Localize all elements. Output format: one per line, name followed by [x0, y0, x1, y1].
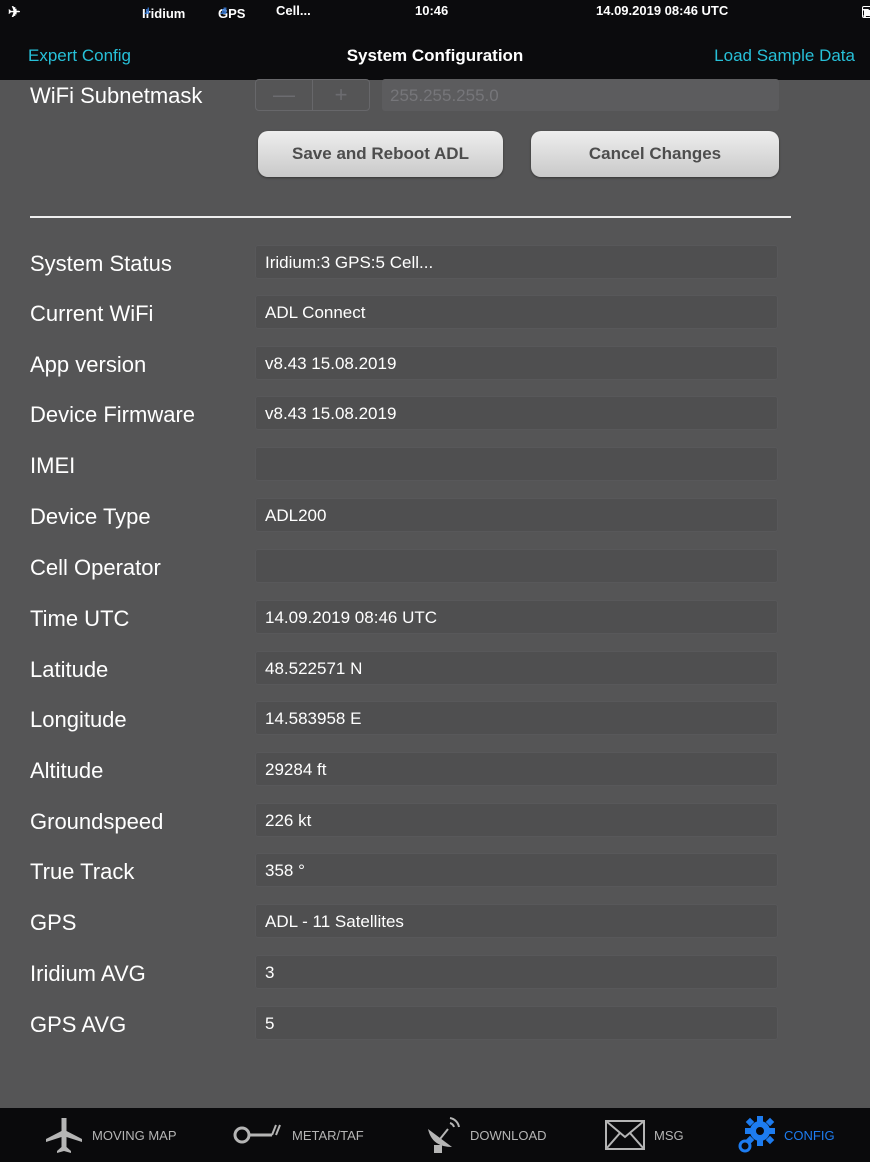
load-sample-data-button[interactable]: Load Sample Data [714, 46, 855, 66]
row-value-field: 14.09.2019 08:46 UTC [255, 600, 778, 634]
tab-label: DOWNLOAD [470, 1127, 547, 1143]
row-label: Current WiFi [30, 301, 154, 326]
row-value-field: 358 ° [255, 853, 778, 887]
tab-label: MSG [654, 1127, 684, 1143]
row-label: Device Type [30, 504, 151, 529]
row-value-field: 5 [255, 1006, 778, 1040]
row-value-field: 226 kt [255, 803, 778, 837]
row-value-field: 48.522571 N [255, 651, 778, 685]
row-label: Altitude [30, 758, 104, 783]
row-value-field: 14.583958 E [255, 701, 778, 735]
row-label: Time UTC [30, 606, 130, 631]
tab-bar: MOVING MAP METAR/TAF DOWNLOAD MSG CONFIG [0, 1108, 870, 1162]
tab-label: MOVING MAP [92, 1127, 177, 1143]
tab-label: CONFIG [784, 1127, 835, 1143]
wifi-subnetmask-value: 255.255.255.0 [390, 86, 499, 105]
row-value-field: ADL - 11 Satellites [255, 904, 778, 938]
row-value: Iridium:3 GPS:5 Cell... [265, 253, 434, 272]
battery-icon [862, 6, 870, 18]
clock: 10:46 [415, 3, 449, 18]
row-value: ADL Connect [265, 303, 366, 322]
row-value: 14.09.2019 08:46 UTC [265, 608, 438, 627]
gear-icon [738, 1116, 775, 1153]
row-value-field: 3 [255, 955, 778, 989]
row-value: 29284 ft [265, 760, 327, 779]
row-value: v8.43 15.08.2019 [265, 354, 397, 373]
tab-label: METAR/TAF [292, 1127, 364, 1143]
tab-moving-map[interactable]: MOVING MAP [44, 1108, 177, 1162]
row-value: 358 ° [265, 861, 305, 880]
tab-msg[interactable]: MSG [604, 1108, 684, 1162]
row-label: Cell Operator [30, 555, 161, 580]
tab-download[interactable]: DOWNLOAD [422, 1108, 547, 1162]
row-value: 14.583958 E [265, 709, 362, 728]
row-label: App version [30, 352, 147, 377]
save-and-reboot-button[interactable]: Save and Reboot ADL [258, 131, 503, 177]
row-value: ADL - 11 Satellites [265, 912, 404, 931]
satellite-dish-icon [428, 1117, 460, 1153]
row-label: IMEI [30, 453, 76, 478]
wifi-subnetmask-label: WiFi Subnetmask [30, 83, 203, 108]
row-value-field [255, 447, 778, 481]
row-value: ADL200 [265, 506, 327, 525]
navigation-bar: Expert Config System Configuration Load … [0, 20, 870, 80]
status-bar: ✈ Iridium .ıl GPS .ıll Cell... 10:46 14.09… [0, 0, 870, 21]
tab-metar-taf[interactable]: METAR/TAF [232, 1108, 364, 1162]
row-label: Device Firmware [30, 402, 196, 427]
airplane-mode-icon: ✈ [8, 4, 21, 21]
signal-bars-icon: .ıl [144, 6, 149, 16]
row-value-field: ADL200 [255, 498, 778, 532]
envelope-icon [605, 1120, 645, 1150]
cancel-changes-button[interactable]: Cancel Changes [531, 131, 779, 177]
row-value-field: ADL Connect [255, 295, 778, 329]
row-label: System Status [30, 251, 172, 276]
tab-config[interactable]: CONFIG [736, 1108, 835, 1162]
row-label: GPS [30, 910, 77, 935]
row-value-field: Iridium:3 GPS:5 Cell... [255, 245, 778, 279]
windsock-icon [233, 1124, 281, 1144]
signal-bars-icon: .ıll [220, 6, 227, 16]
cell-status: Cell... [276, 3, 311, 18]
section-divider [30, 216, 791, 218]
row-label: GPS AVG [30, 1012, 127, 1037]
row-label: Latitude [30, 657, 109, 682]
row-value-field: 29284 ft [255, 752, 778, 786]
row-label: Groundspeed [30, 809, 164, 834]
row-value: 3 [265, 963, 275, 982]
row-value-field: v8.43 15.08.2019 [255, 396, 778, 430]
stepper-plus-button[interactable]: + [313, 80, 369, 110]
row-label: Longitude [30, 707, 127, 732]
wifi-subnetmask-field[interactable]: 255.255.255.0 [382, 79, 779, 111]
row-label: True Track [30, 859, 135, 884]
airplane-icon [46, 1118, 82, 1153]
row-value: 48.522571 N [265, 659, 363, 678]
row-label: Iridium AVG [30, 961, 146, 986]
row-value: 226 kt [265, 811, 312, 830]
row-value: 5 [265, 1014, 275, 1033]
row-value: v8.43 15.08.2019 [265, 404, 397, 423]
row-value-field: v8.43 15.08.2019 [255, 346, 778, 380]
row-value-field [255, 549, 778, 583]
stepper-minus-button[interactable]: — [256, 80, 313, 110]
subnet-stepper[interactable]: — + [255, 79, 370, 111]
utc-datetime: 14.09.2019 08:46 UTC [596, 3, 729, 18]
